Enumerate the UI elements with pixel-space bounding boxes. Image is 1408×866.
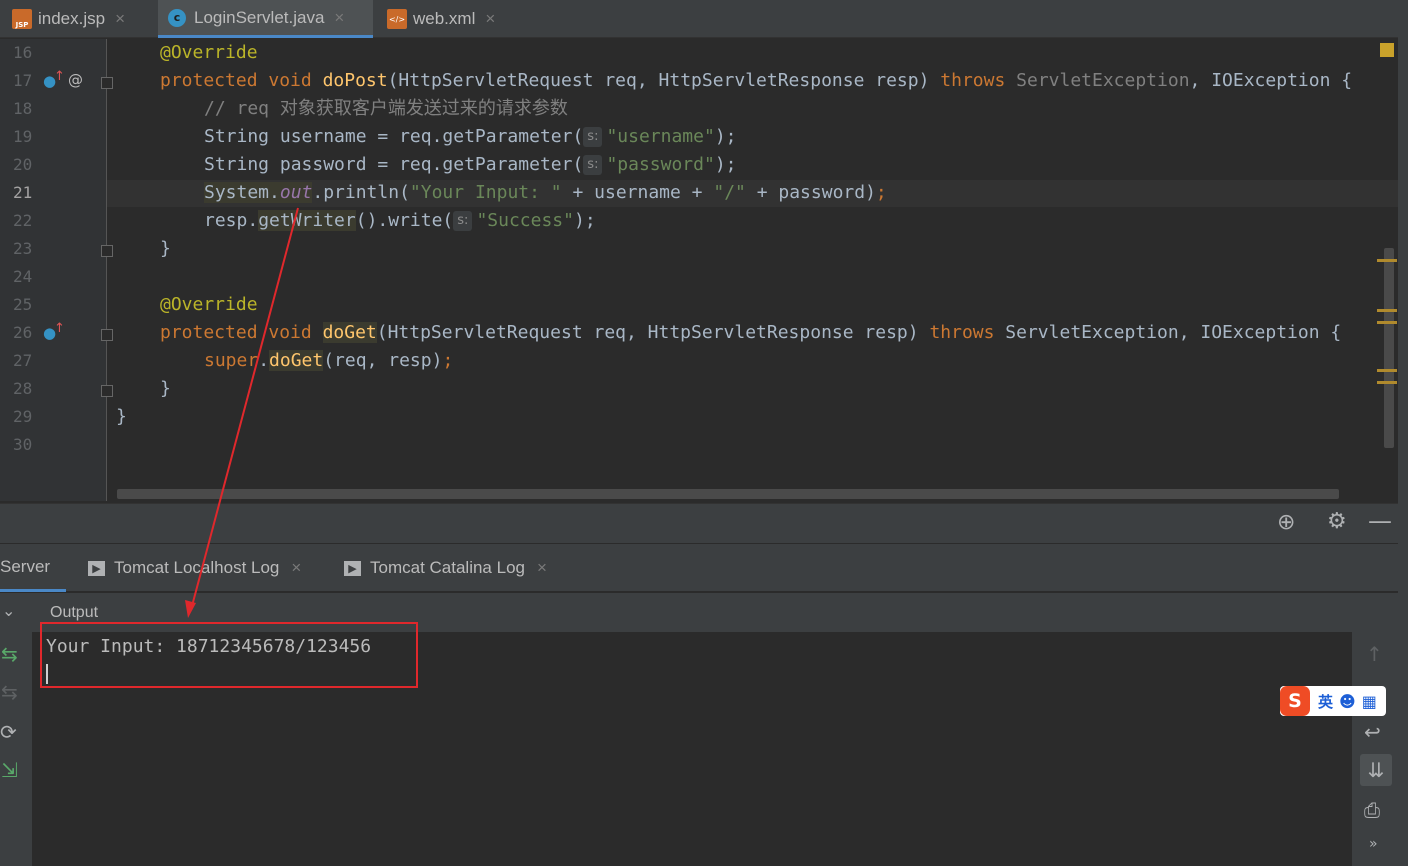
- sogou-logo-icon: S: [1280, 686, 1310, 716]
- annotation-arrow: [185, 207, 299, 618]
- emoji-icon[interactable]: ☻: [1339, 692, 1356, 711]
- ime-mode: 英: [1318, 692, 1334, 711]
- toolbox-icon[interactable]: ▦: [1362, 692, 1377, 711]
- input-method-indicator[interactable]: S 英 ☻ ▦: [1280, 686, 1386, 716]
